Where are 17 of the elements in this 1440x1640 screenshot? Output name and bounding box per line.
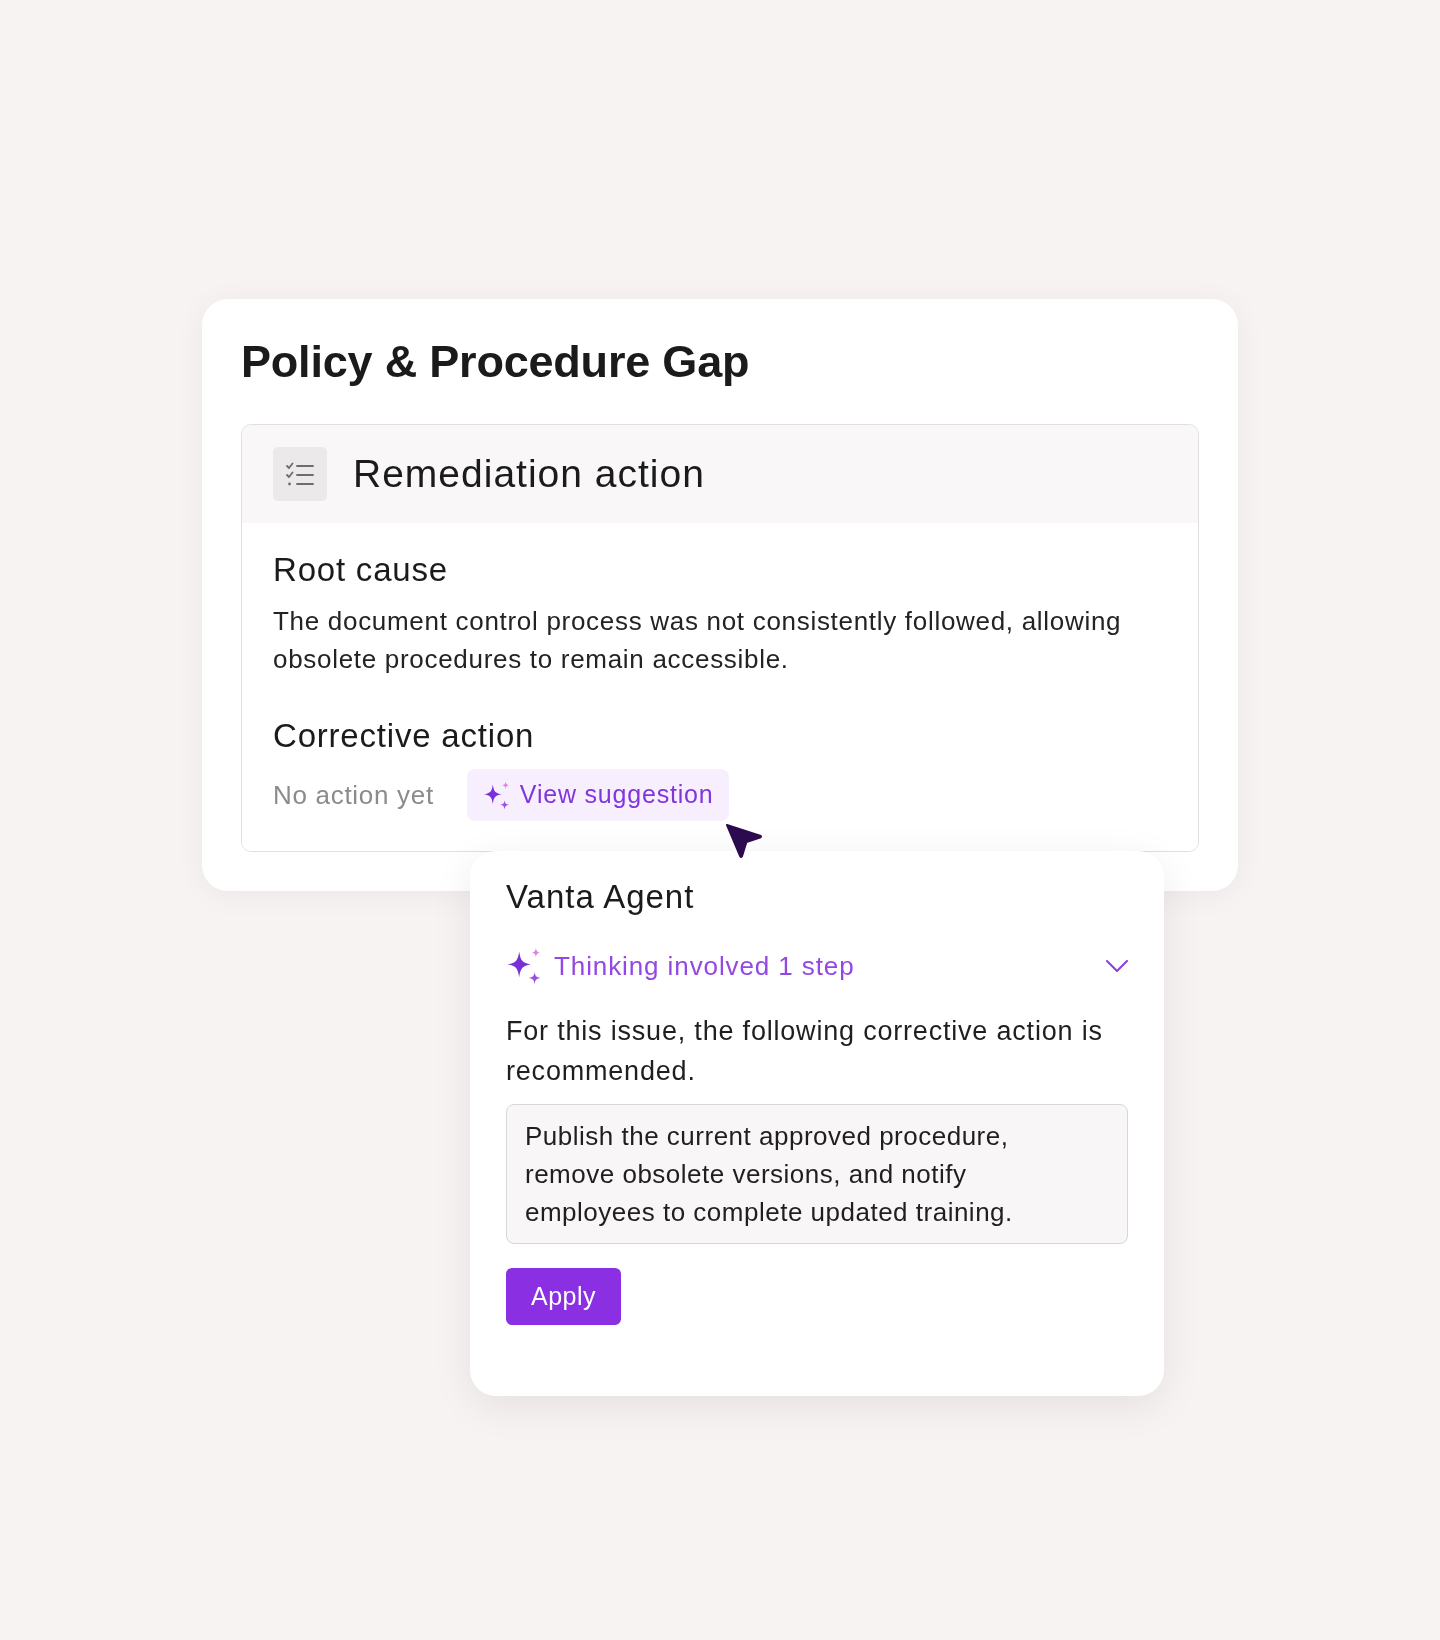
sparkle-icon [506, 947, 542, 985]
field-text: The document control process was not consistently followed, allowing obsolete procedures to remain accessible. [273, 605, 1123, 676]
chevron-icon[interactable] [1106, 960, 1128, 972]
suggested-action-field[interactable]: Publish the current approved procedure, remove obsolete versions, and notify employees to complete updated training. [506, 1104, 1128, 1244]
sparkle-icon [482, 780, 510, 810]
apply-button[interactable]: Apply [506, 1268, 621, 1325]
thinking-toggle[interactable]: Thinking involved 1 step [506, 946, 1128, 986]
panel-title: Vanta Agent [506, 877, 696, 917]
cursor-icon [724, 821, 763, 860]
card-title: Policy & Procedure Gap [241, 335, 751, 389]
view-suggestion-button[interactable]: View suggestion [466, 769, 730, 821]
agent-message: For this issue, the following corrective action is recommended. [506, 1015, 1104, 1088]
section-title: Remediation action [353, 451, 705, 497]
checklist-icon [273, 447, 327, 501]
empty-value-text: No action yet [273, 779, 434, 812]
field-label: Corrective action [273, 716, 536, 756]
field-label: Root cause [273, 550, 449, 590]
